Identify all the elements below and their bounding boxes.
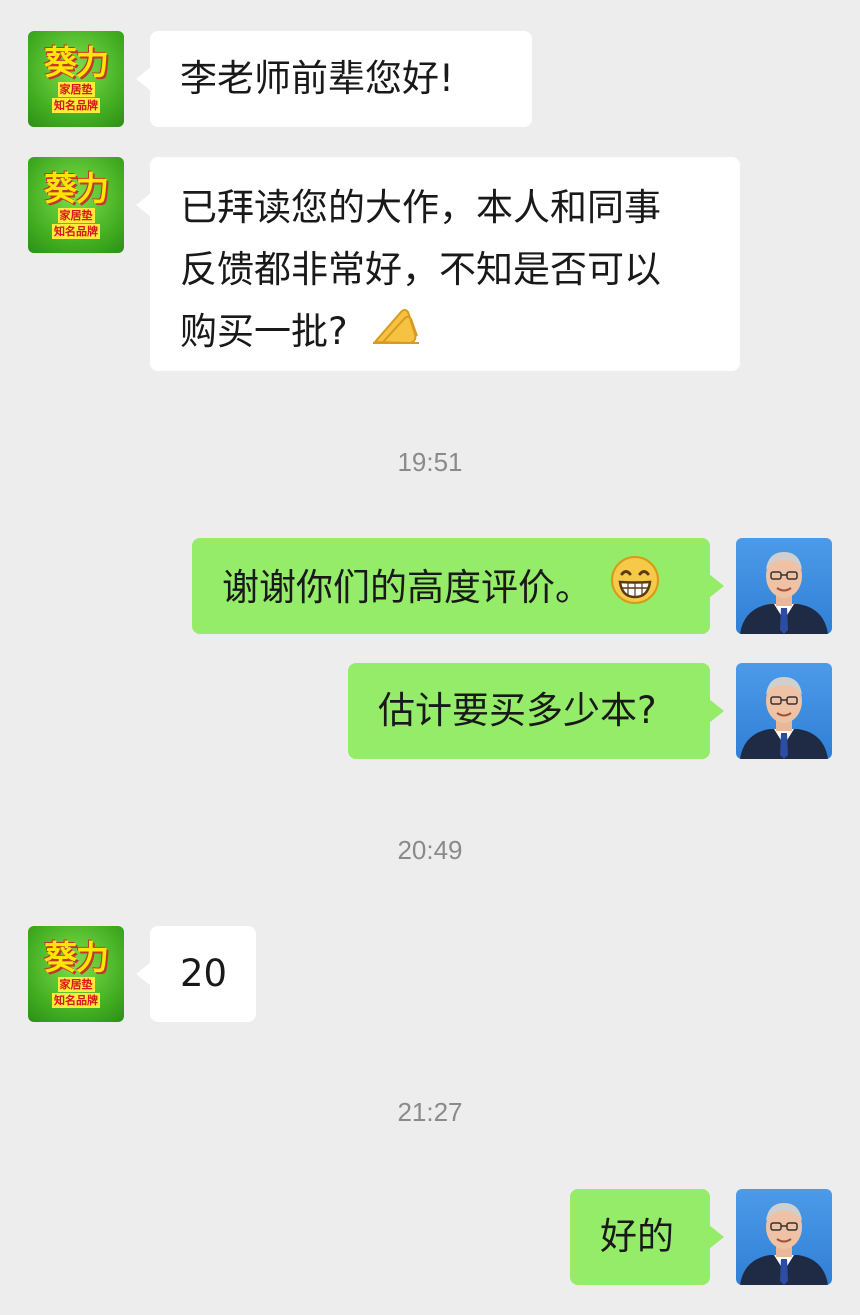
brand-avatar-subtitle: 家居垫 xyxy=(57,208,95,223)
timestamp: 21:27 xyxy=(397,1097,463,1127)
user-avatar[interactable] xyxy=(736,538,832,634)
brand-avatar-subtitle: 知名品牌 xyxy=(52,98,100,113)
message-bubble[interactable]: 估计要买多少本? xyxy=(348,663,724,759)
brand-avatar-subtitle: 家居垫 xyxy=(57,977,95,992)
message-text: 谢谢你们的高度评价。 xyxy=(222,566,592,609)
brand-avatar-subtitle: 知名品牌 xyxy=(52,993,100,1008)
message-bubble[interactable]: 20 xyxy=(136,926,256,1022)
message-bubble[interactable]: 好的 xyxy=(570,1189,724,1285)
message-text: 20 xyxy=(180,952,228,995)
message-text: 李老师前辈您好! xyxy=(180,57,454,100)
message-text-line: 已拜读您的大作，本人和同事 xyxy=(180,186,661,229)
user-avatar[interactable] xyxy=(736,663,832,759)
message-text: 估计要买多少本? xyxy=(378,689,657,732)
brand-avatar-title: 葵力 xyxy=(44,938,109,977)
message-text-line: 购买一批? xyxy=(180,301,710,365)
user-avatar[interactable] xyxy=(736,1189,832,1285)
message-bubble[interactable]: 李老师前辈您好! xyxy=(136,31,532,127)
brand-avatar-subtitle: 家居垫 xyxy=(57,82,95,97)
timestamp: 20:49 xyxy=(397,835,463,865)
grinning-face-emoji xyxy=(610,555,660,624)
brand-avatar-title: 葵力 xyxy=(44,169,109,208)
palms-together-emoji xyxy=(371,303,423,365)
sender-avatar[interactable]: 葵力 家居垫 知名品牌 xyxy=(28,31,124,127)
message-text: 好的 xyxy=(600,1215,674,1258)
message-bubble[interactable]: 已拜读您的大作，本人和同事 反馈都非常好，不知是否可以 购买一批? xyxy=(136,157,740,371)
timestamp: 19:51 xyxy=(397,447,463,477)
sender-avatar[interactable]: 葵力 家居垫 知名品牌 xyxy=(28,157,124,253)
sender-avatar[interactable]: 葵力 家居垫 知名品牌 xyxy=(28,926,124,1022)
message-text: 购买一批? xyxy=(180,310,348,353)
brand-avatar-subtitle: 知名品牌 xyxy=(52,224,100,239)
message-bubble[interactable]: 谢谢你们的高度评价。 xyxy=(192,538,724,634)
brand-avatar-title: 葵力 xyxy=(44,43,109,82)
message-text-line: 反馈都非常好，不知是否可以 xyxy=(180,248,661,291)
